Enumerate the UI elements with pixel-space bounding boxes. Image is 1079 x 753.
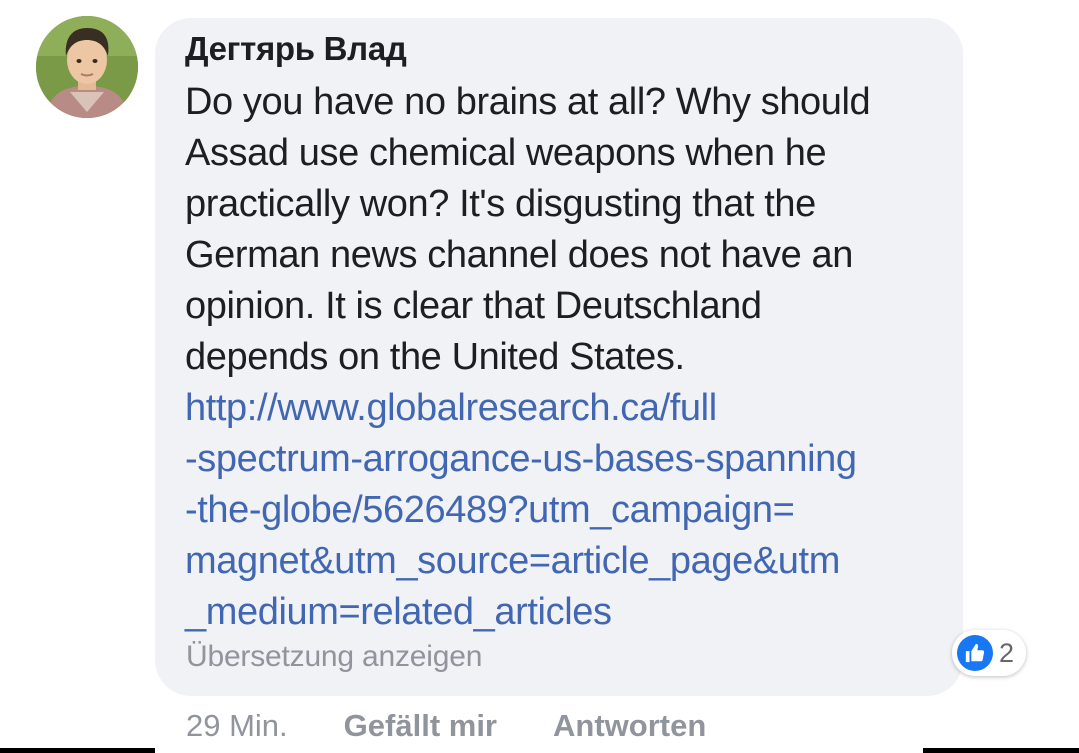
thumbs-up-icon <box>957 635 993 671</box>
comment-timestamp[interactable]: 29 Min. <box>186 708 288 744</box>
comment-link-line[interactable]: _medium=related_articles <box>185 587 955 638</box>
comment-text-line: Do you have no brains at all? Why should <box>185 81 871 123</box>
comment-link[interactable]: http://www.globalresearch.ca/full -spect… <box>185 383 955 638</box>
divider <box>0 748 155 753</box>
divider <box>923 748 1079 753</box>
reply-button[interactable]: Antworten <box>553 708 706 744</box>
reaction-badge[interactable]: 2 <box>952 630 1027 676</box>
comment-text-line: Assad use chemical weapons when he <box>185 132 827 174</box>
comment-text-line: opinion. It is clear that Deutschland <box>185 285 762 327</box>
comment-link-line[interactable]: magnet&utm_source=article_page&utm <box>185 536 955 587</box>
avatar[interactable] <box>36 16 138 118</box>
like-button[interactable]: Gefällt mir <box>344 708 497 744</box>
show-translation-link[interactable]: Übersetzung anzeigen <box>186 640 482 674</box>
comment-text: Do you have no brains at all? Why should… <box>185 77 955 383</box>
comment-text-line: practically won? It's disgusting that th… <box>185 183 816 225</box>
profile-photo <box>36 16 138 118</box>
comment-link-line[interactable]: http://www.globalresearch.ca/full <box>185 383 955 434</box>
comment-link-line[interactable]: -spectrum-arrogance-us-bases-spanning <box>185 434 955 485</box>
comment-body: Do you have no brains at all? Why should… <box>185 77 955 638</box>
comment-text-line: German news channel does not have an <box>185 234 853 276</box>
reaction-count: 2 <box>999 637 1015 668</box>
comment-text-line: depends on the United States. <box>185 336 685 378</box>
comment-footer: 29 Min. Gefällt mir Antworten <box>186 708 762 744</box>
comment-author[interactable]: Дегтярь Влад <box>185 30 407 68</box>
comment-link-line[interactable]: -the-globe/5626489?utm_campaign= <box>185 485 955 536</box>
